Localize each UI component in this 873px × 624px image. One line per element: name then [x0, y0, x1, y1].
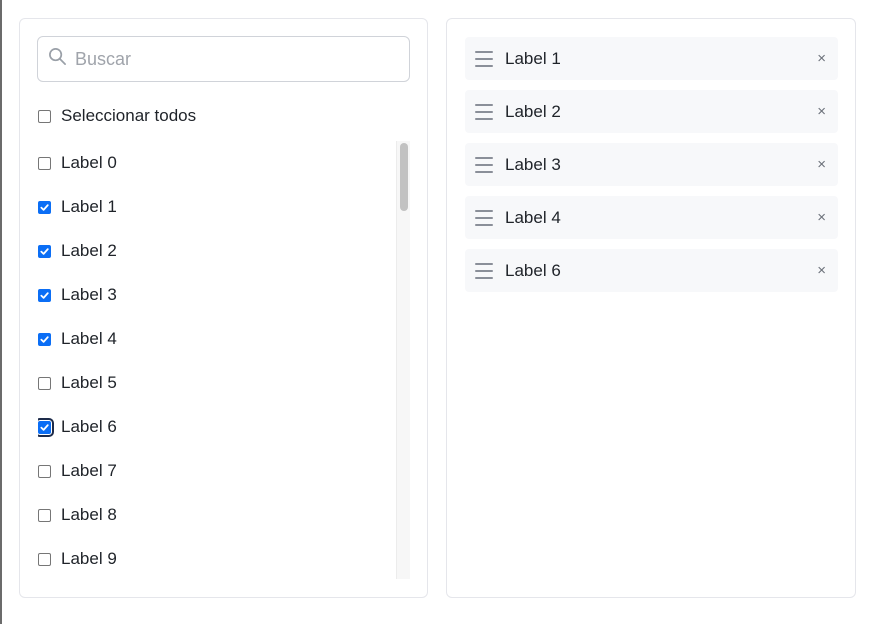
search-input[interactable]	[73, 47, 393, 71]
option-label: Label 7	[61, 461, 117, 480]
window-edge	[0, 0, 2, 624]
select-all-checkbox[interactable]: Seleccionar todos	[38, 105, 196, 127]
list-item[interactable]: Label 4	[38, 317, 408, 361]
option-checkbox[interactable]	[38, 552, 51, 566]
list-item[interactable]: Label 3	[38, 273, 408, 317]
option-checkbox[interactable]	[38, 417, 54, 437]
list-item[interactable]: Label 9	[38, 537, 408, 581]
list-item[interactable]: Label 7	[38, 449, 408, 493]
source-panel: Seleccionar todos Label 0 Label 1 Label …	[19, 18, 428, 598]
drag-handle-icon[interactable]	[475, 209, 493, 226]
scrollbar-thumb[interactable]	[400, 143, 408, 211]
select-all-label: Seleccionar todos	[61, 106, 197, 125]
option-checkbox[interactable]	[38, 200, 51, 214]
list-item[interactable]: Label 2	[38, 229, 408, 273]
drag-handle-icon[interactable]	[475, 262, 493, 279]
option-label: Label 2	[61, 241, 117, 260]
selected-item-label: Label 3	[505, 154, 561, 174]
selected-item: Label 2 ×	[465, 90, 838, 133]
option-list: Label 0 Label 1 Label 2 Label 3 Label 4 …	[38, 141, 408, 581]
selected-panel: Label 1 × Label 2 × Label 3 × Label 4 × …	[446, 18, 856, 598]
selected-item: Label 3 ×	[465, 143, 838, 186]
option-label: Label 0	[61, 153, 117, 172]
selected-item: Label 1 ×	[465, 37, 838, 80]
option-label: Label 6	[61, 417, 117, 436]
close-icon[interactable]: ×	[817, 104, 826, 119]
selected-item-label: Label 2	[505, 101, 561, 121]
list-item[interactable]: Label 0	[38, 141, 408, 185]
option-checkbox[interactable]	[38, 464, 51, 478]
select-all-box[interactable]	[38, 109, 51, 123]
selected-item: Label 6 ×	[465, 249, 838, 292]
option-label: Label 3	[61, 285, 117, 304]
option-label: Label 1	[61, 197, 117, 216]
option-checkbox[interactable]	[38, 244, 51, 258]
option-label: Label 8	[61, 505, 117, 524]
option-checkbox[interactable]	[38, 156, 51, 170]
option-label: Label 4	[61, 329, 117, 348]
selected-list: Label 1 × Label 2 × Label 3 × Label 4 × …	[465, 37, 838, 302]
option-checkbox[interactable]	[38, 508, 51, 522]
option-label: Label 9	[61, 549, 117, 568]
selected-item-label: Label 6	[505, 260, 561, 280]
check-icon	[40, 247, 49, 255]
search-icon	[48, 47, 67, 71]
check-icon	[40, 335, 49, 343]
check-icon	[40, 291, 49, 299]
option-label: Label 5	[61, 373, 117, 392]
drag-handle-icon[interactable]	[475, 156, 493, 173]
check-icon	[40, 423, 49, 431]
selected-item-label: Label 1	[505, 48, 561, 68]
list-item[interactable]: Label 1	[38, 185, 408, 229]
close-icon[interactable]: ×	[817, 51, 826, 66]
close-icon[interactable]: ×	[817, 210, 826, 225]
drag-handle-icon[interactable]	[475, 50, 493, 67]
close-icon[interactable]: ×	[817, 263, 826, 278]
option-checkbox[interactable]	[38, 376, 51, 390]
list-item[interactable]: Label 5	[38, 361, 408, 405]
list-item[interactable]: Label 6	[38, 405, 408, 449]
list-item[interactable]: Label 8	[38, 493, 408, 537]
check-icon	[40, 203, 49, 211]
list-scrollbar[interactable]	[396, 141, 410, 579]
selected-item: Label 4 ×	[465, 196, 838, 239]
option-checkbox[interactable]	[38, 288, 51, 302]
selected-item-label: Label 4	[505, 207, 561, 227]
search-box[interactable]	[37, 36, 410, 82]
option-checkbox[interactable]	[38, 332, 51, 346]
drag-handle-icon[interactable]	[475, 103, 493, 120]
close-icon[interactable]: ×	[817, 157, 826, 172]
